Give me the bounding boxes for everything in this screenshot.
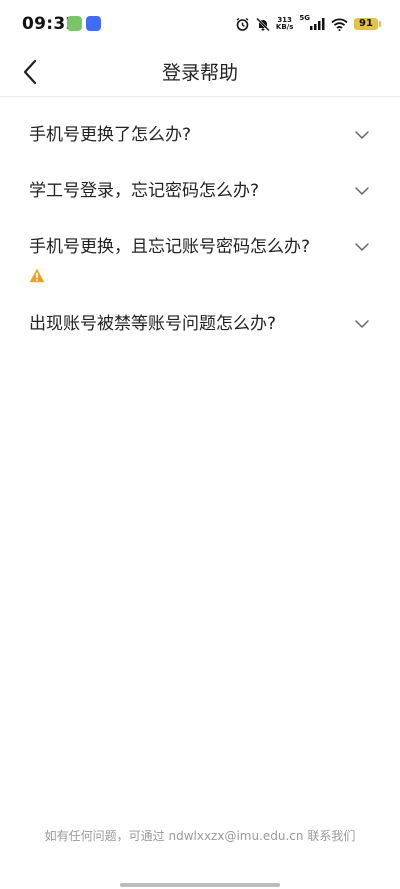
faq-item-phone-changed[interactable]: 手机号更换了怎么办? <box>0 110 400 160</box>
wifi-icon <box>331 18 348 31</box>
alarm-icon <box>236 17 249 31</box>
mute-icon <box>256 17 270 31</box>
chevron-down-icon[interactable] <box>354 127 370 143</box>
battery-icon: 91 <box>354 18 381 30</box>
home-indicator[interactable] <box>120 883 280 887</box>
nav-bar: 登录帮助 <box>0 48 400 97</box>
net-speed: 313 KB/s <box>276 17 293 31</box>
signal-icon <box>310 18 325 30</box>
chevron-down-icon[interactable] <box>354 183 370 199</box>
status-icons: 313 KB/s 5G 91 <box>235 14 381 34</box>
warning-icon <box>29 268 45 283</box>
status-bar: 09:32 313 KB/s 5G 91 <box>0 0 400 48</box>
faq-question: 学工号登录，忘记密码怎么办? <box>29 181 260 201</box>
app-notification-icon <box>67 16 82 31</box>
page-title: 登录帮助 <box>161 62 238 84</box>
footer-contact-note: 如有任何问题，可通过 ndwlxxzx@imu.edu.cn 联系我们 <box>44 829 356 843</box>
faq-item-account-banned[interactable]: 出现账号被禁等账号问题怎么办? <box>0 299 400 349</box>
faq-question: 出现账号被禁等账号问题怎么办? <box>29 314 277 334</box>
chevron-down-icon[interactable] <box>354 316 370 332</box>
net-speed-unit: KB/s <box>275 23 294 31</box>
faq-question: 手机号更换，且忘记账号密码怎么办? <box>29 237 311 257</box>
faq-item-forgot-password[interactable]: 学工号登录，忘记密码怎么办? <box>0 166 400 216</box>
app-notification-icon-2 <box>86 16 101 31</box>
faq-list: 手机号更换了怎么办? 学工号登录，忘记密码怎么办? 手机号更换，且忘记账号密码怎… <box>0 110 400 349</box>
chevron-down-icon[interactable] <box>354 239 370 255</box>
faq-item-phone-and-password[interactable]: 手机号更换，且忘记账号密码怎么办? <box>0 222 400 293</box>
network-type: 5G <box>299 14 310 22</box>
faq-question: 手机号更换了怎么办? <box>29 125 192 145</box>
